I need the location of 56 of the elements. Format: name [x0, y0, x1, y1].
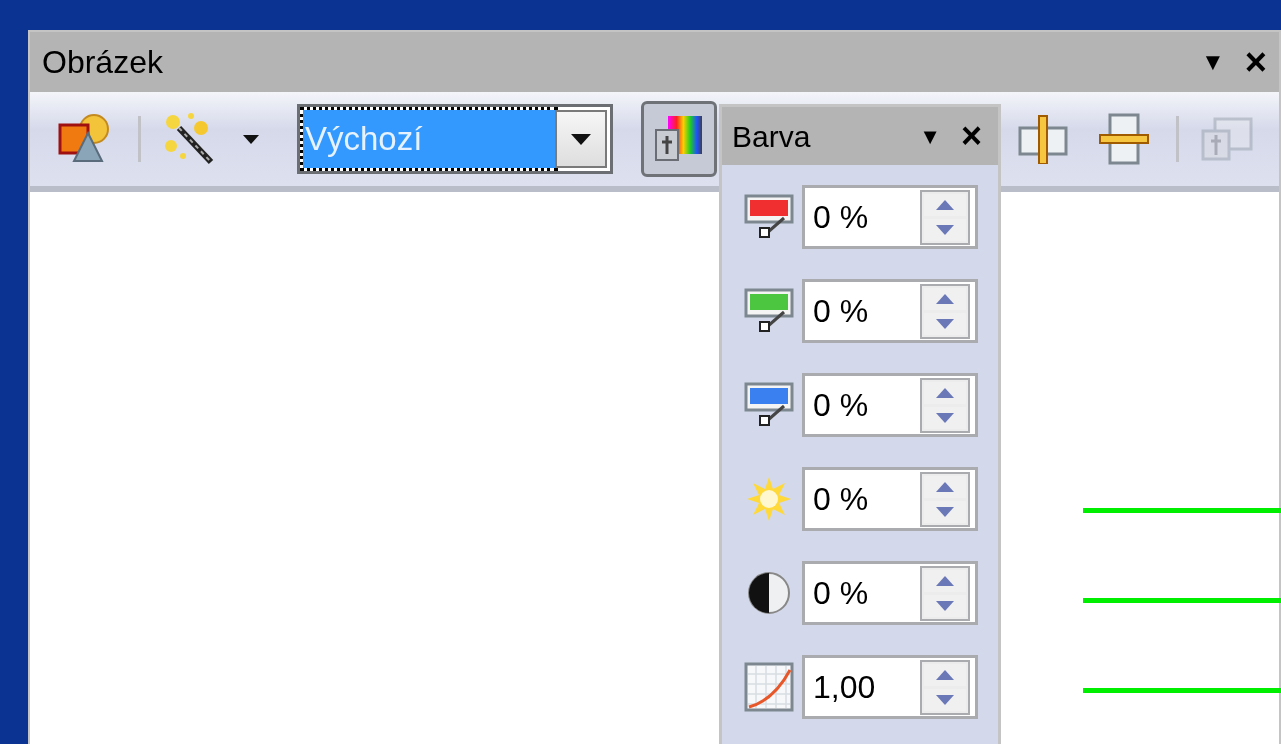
- color-channel-icon: [744, 194, 794, 240]
- curve-graph-icon: [744, 662, 794, 712]
- up-arrow-icon: [936, 481, 954, 492]
- field-value: 0 %: [813, 480, 869, 519]
- close-button[interactable]: ×: [960, 118, 982, 154]
- contrast-icon: [746, 570, 792, 616]
- spin-field[interactable]: 0 %: [802, 561, 978, 625]
- up-arrow-icon: [936, 387, 954, 398]
- field-value: 0 %: [813, 292, 869, 331]
- spin-up-button[interactable]: [924, 663, 966, 686]
- up-arrow-icon: [936, 669, 954, 680]
- menu-caret-button[interactable]: ▼: [919, 119, 941, 153]
- spin-down-button[interactable]: [924, 688, 966, 711]
- spin-up-button[interactable]: [924, 287, 966, 310]
- window-title: Obrázek: [42, 43, 163, 82]
- down-arrow-icon: [936, 318, 954, 329]
- spin-down-button[interactable]: [924, 594, 966, 617]
- flip-vertical-icon[interactable]: [1018, 114, 1068, 164]
- spin-down-button[interactable]: [924, 218, 966, 241]
- field-value: 0 %: [813, 198, 869, 237]
- spin-up-button[interactable]: [924, 569, 966, 592]
- down-arrow-icon: [936, 600, 954, 611]
- dropdown-button[interactable]: [555, 110, 607, 168]
- down-arrow-icon: [936, 506, 954, 517]
- shapes-filter-icon[interactable]: [58, 113, 112, 165]
- color-channel-icon: [744, 382, 794, 428]
- color-channel-icon: [744, 288, 794, 334]
- spin-down-button[interactable]: [924, 500, 966, 523]
- field-value: 0 %: [813, 386, 869, 425]
- field-value: 0 %: [813, 574, 869, 613]
- spin-field[interactable]: 0 %: [802, 467, 978, 531]
- spin-field[interactable]: 0 %: [802, 279, 978, 343]
- up-arrow-icon: [936, 293, 954, 304]
- down-arrow-icon: [936, 694, 954, 705]
- close-button[interactable]: ×: [1244, 43, 1267, 81]
- panel-title: Barva: [732, 118, 811, 155]
- spin-up-button[interactable]: [924, 193, 966, 216]
- color-toggle-button[interactable]: [641, 101, 717, 177]
- combo-value: Výchozí: [303, 110, 555, 168]
- spin-field[interactable]: 0 %: [802, 185, 978, 249]
- spin-up-button[interactable]: [924, 475, 966, 498]
- caret-icon[interactable]: [243, 134, 259, 144]
- down-arrow-icon: [936, 412, 954, 423]
- spin-up-button[interactable]: [924, 381, 966, 404]
- caret-icon: [571, 133, 591, 145]
- up-arrow-icon: [936, 575, 954, 586]
- flip-horizontal-icon[interactable]: [1098, 113, 1150, 165]
- rainbow-filter-icon: [654, 114, 704, 164]
- field-value: 1,00: [813, 668, 876, 707]
- spin-down-button[interactable]: [924, 406, 966, 429]
- down-arrow-icon: [936, 224, 954, 235]
- spin-field[interactable]: 0 %: [802, 373, 978, 437]
- spin-field[interactable]: 1,00: [802, 655, 978, 719]
- up-arrow-icon: [936, 199, 954, 210]
- menu-caret-button[interactable]: ▼: [1201, 44, 1225, 80]
- spin-down-button[interactable]: [924, 312, 966, 335]
